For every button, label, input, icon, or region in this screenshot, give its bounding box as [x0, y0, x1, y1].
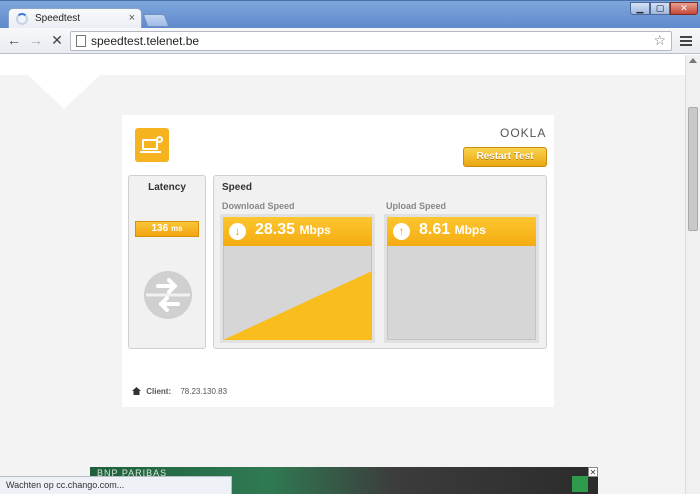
speed-label: Speed [222, 182, 253, 193]
client-label: Client: [146, 387, 172, 396]
download-arrow-icon: ↓ [229, 223, 246, 240]
stop-loading-icon[interactable]: ✕ [48, 31, 66, 49]
vertical-scrollbar[interactable] [685, 55, 700, 494]
upload-meter: ↑ 8.61 Mbps [384, 214, 539, 343]
download-value: 28.35 Mbps [255, 221, 331, 238]
upload-speed-label: Upload Speed [386, 201, 447, 211]
latency-card: Latency 136 ms [128, 175, 206, 349]
status-bar: Wachten op cc.chango.com... [0, 476, 232, 494]
ad-close-icon[interactable]: ✕ [588, 467, 598, 477]
back-arrow-icon[interactable]: ← [5, 31, 23, 49]
download-meter-header: ↓ 28.35 Mbps [223, 217, 372, 246]
upload-meter-header: ↑ 8.61 Mbps [387, 217, 536, 246]
home-icon [132, 387, 141, 395]
latency-unit: ms [170, 224, 183, 233]
maximize-button[interactable]: ▢ [650, 2, 670, 15]
address-bar[interactable]: speedtest.telenet.be ☆ [70, 31, 672, 51]
bookmark-star-icon[interactable]: ☆ [653, 32, 666, 49]
upload-arrow-icon: ↑ [393, 223, 410, 240]
download-graph [223, 271, 372, 340]
page-icon [76, 35, 86, 47]
page-header-strip [0, 55, 685, 75]
ping-arrows-icon [144, 271, 192, 319]
restart-test-button[interactable]: Restart Test [463, 147, 547, 167]
ad-logo-icon [572, 476, 588, 492]
forward-arrow-icon[interactable]: → [27, 31, 45, 49]
client-info: Client: 78.23.130.83 [132, 386, 227, 396]
latency-value: 136 [151, 223, 169, 234]
tab-close-icon[interactable]: × [129, 12, 135, 24]
browser-menu-icon[interactable] [679, 34, 693, 48]
client-ip: 78.23.130.83 [180, 387, 228, 396]
browser-tab-speedtest[interactable]: Speedtest × [8, 8, 142, 30]
upload-value: 8.61 Mbps [419, 221, 486, 238]
speedtest-panel: OOKLA Restart Test Latency 136 ms Speed … [122, 115, 554, 407]
download-speed-label: Download Speed [222, 201, 295, 211]
tab-title: Speedtest [35, 13, 81, 24]
latency-value-badge: 136 ms [135, 221, 199, 237]
minimize-button[interactable]: ▁ [630, 2, 650, 15]
speedtest-logo-icon [135, 128, 169, 162]
scrollbar-thumb[interactable] [688, 107, 698, 231]
latency-label: Latency [148, 182, 186, 193]
scroll-up-arrow-icon[interactable] [689, 58, 697, 63]
speed-card: Speed Download Speed ↓ 28.35 Mbps Upload… [213, 175, 547, 349]
close-window-button[interactable]: ✕ [670, 2, 698, 15]
browser-toolbar: ← → ✕ speedtest.telenet.be ☆ [0, 28, 700, 54]
page-viewport: OOKLA Restart Test Latency 136 ms Speed … [0, 55, 685, 494]
loading-spinner-icon [16, 13, 28, 25]
header-chevron [28, 75, 100, 109]
new-tab-button[interactable] [142, 14, 170, 27]
download-meter: ↓ 28.35 Mbps [220, 214, 375, 343]
ookla-logo: OOKLA [500, 126, 547, 140]
title-bar: Speedtest × ▁ ▢ ✕ [0, 0, 700, 30]
address-url[interactable]: speedtest.telenet.be [91, 34, 199, 48]
